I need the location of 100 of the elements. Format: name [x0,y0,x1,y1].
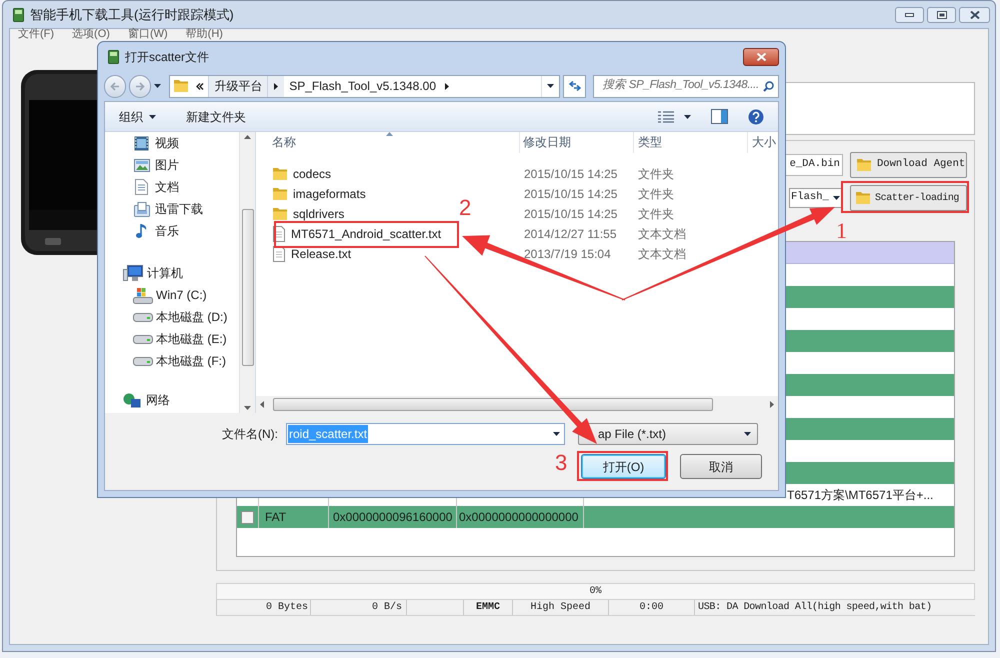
document-icon [135,179,148,195]
column-header[interactable]: 类型 [634,132,748,153]
nav-item[interactable]: 本地磁盘 (D:) [105,306,239,328]
forward-arrow-icon [135,82,146,90]
drive-icon [133,286,153,304]
file-name[interactable]: Release.txt [291,247,352,261]
open-button[interactable]: 打开(O) [581,454,666,479]
horizontal-scrollbar[interactable] [256,396,778,413]
file-name[interactable]: sqldrivers [293,207,344,221]
folder-icon [856,158,872,172]
search-icon [762,80,774,92]
folder-icon [173,79,190,93]
file-name[interactable]: imageformats [293,187,366,201]
help-button[interactable] [748,108,764,124]
help-icon [748,108,764,124]
scroll-thumb[interactable] [242,209,254,366]
address-caret-icon [547,84,554,88]
nav-item[interactable]: 图片 [105,154,239,176]
film-icon [134,136,149,150]
cancel-button[interactable]: 取消 [680,454,762,479]
close-button[interactable] [743,48,779,66]
nav-item[interactable]: 网络 [105,390,239,410]
maximize-icon [936,10,946,18]
agent-path-field[interactable]: e_DA.bin [785,154,843,176]
app-icon [108,50,119,64]
caret-icon [744,432,751,436]
new-folder-button[interactable]: 新建文件夹 [182,108,250,126]
view-button[interactable] [656,110,693,122]
menu-item[interactable]: 选项(O) [68,29,114,40]
scatter-dropdown[interactable]: Flash_ [789,188,843,208]
computer-icon [123,264,143,282]
table-cell-text: 0x0000000000000000 [459,509,578,526]
nav-item[interactable]: 本地磁盘 (F:) [105,350,239,372]
file-name[interactable]: MT6571_Android_scatter.txt [291,227,442,241]
progress-text: 0% [589,585,602,599]
filename-label: 文件名(N): [221,426,279,443]
table-cell-text: 0x0000000096160000 [333,509,452,526]
close-icon [756,52,766,60]
download-agent-button[interactable]: Download Agent [850,152,967,178]
step-number: 1 [836,219,847,243]
chevron-right-icon [445,82,450,90]
drive-icon [133,312,153,322]
caret-icon [833,196,840,200]
file-date: 2014/12/27 11:55 [523,227,618,241]
nav-item[interactable]: 计算机 [105,262,239,284]
folder-icon [272,187,288,201]
refresh-button[interactable] [563,74,586,98]
minimize-button[interactable] [895,6,924,22]
scroll-left-icon [260,401,264,408]
nav-item[interactable]: 本地磁盘 (E:) [105,328,239,350]
caret-icon [684,114,691,118]
vertical-scrollbar[interactable] [239,132,255,413]
nav-item[interactable]: 视频 [105,132,239,154]
file-type: 文件夹 [637,187,674,201]
refresh-icon [568,81,581,91]
breadcrumb-item[interactable]: 升级平台 [208,76,268,96]
caret-icon [553,432,560,436]
status-cell: 0:00 [609,600,695,615]
menu-item[interactable]: 窗口(W) [124,29,172,40]
file-date: 2015/10/15 14:25 [523,207,618,221]
drive-icon [133,334,153,344]
organize-button[interactable]: 组织 [115,108,160,126]
menu-item[interactable]: 文件(F) [14,29,58,40]
row-checkbox[interactable] [241,510,254,524]
drive-icon [133,356,153,366]
preview-pane-button[interactable] [709,109,730,124]
step-number: 2 [459,196,472,220]
chevrons-left-icon [196,82,204,90]
address-bar[interactable]: 升级平台 SP_Flash_Tool_v5.1348.00 [169,74,560,98]
file-date: 2015/10/15 14:25 [523,167,618,181]
search-field[interactable]: 搜索 SP_Flash_Tool_v5.1348.... [593,74,779,98]
folder-icon [272,207,288,221]
table-row[interactable]: FAT 0x0000000096160000 0x0000000000000000 [237,506,954,528]
scroll-thumb[interactable] [273,398,713,411]
column-header[interactable]: 修改日期 [520,132,634,153]
folder-icon [272,167,288,181]
caret-icon [149,114,156,118]
breadcrumb-item[interactable]: SP_Flash_Tool_v5.1348.00 [284,77,442,95]
scatter-loading-button[interactable]: Scatter-loading [850,185,967,211]
file-type: 文本文档 [637,227,686,241]
file-type: 文本文档 [637,247,686,261]
file-date: 2013/7/19 15:04 [523,247,612,261]
maximize-button[interactable] [927,6,956,22]
nav-item[interactable]: Win7 (C:) [105,284,239,306]
status-cell: 0 B/s [311,600,407,615]
close-button[interactable] [959,6,990,22]
image-icon [134,158,150,172]
step-number: 3 [555,451,568,475]
nav-item[interactable]: 音乐 [105,220,239,242]
close-icon [970,10,980,18]
scroll-right-icon [770,401,774,408]
list-view-icon [658,110,674,122]
nav-item[interactable]: 文档 [105,176,239,198]
nav-item[interactable]: 迅雷下载 [105,198,239,220]
menu-item[interactable]: 帮助(H) [182,29,227,40]
column-header[interactable]: 大小 [748,132,778,153]
minimize-icon [905,12,914,16]
file-name[interactable]: codecs [293,167,332,181]
scroll-down-icon [244,406,251,410]
file-type-dropdown[interactable]: ap File (*.txt) [578,423,758,445]
